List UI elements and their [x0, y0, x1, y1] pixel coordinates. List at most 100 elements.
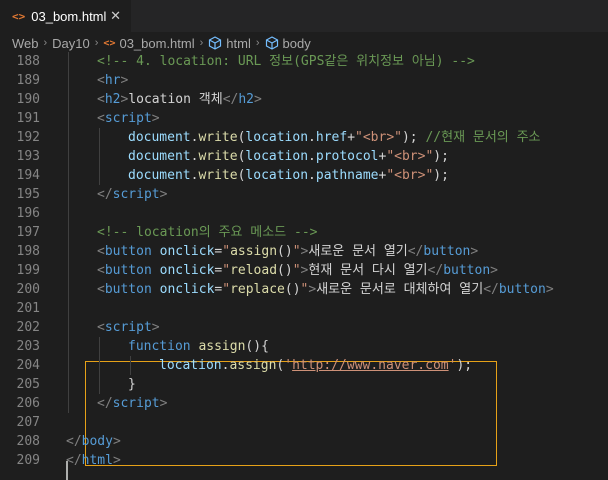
code-token: .: [308, 168, 316, 183]
code-token: html: [81, 453, 113, 468]
code-token: >: [159, 396, 168, 411]
code-token: button: [104, 282, 152, 297]
code-token: >: [151, 320, 160, 335]
breadcrumb-item-html[interactable]: html: [226, 36, 251, 51]
code-token: write: [198, 149, 238, 164]
line-number: 205: [16, 377, 40, 392]
code-token: </: [66, 453, 82, 468]
breadcrumb-item-file[interactable]: 03_bom.html: [119, 36, 194, 51]
code-token: function: [128, 339, 191, 354]
code-token: pathname: [315, 168, 379, 183]
code-token: ": [222, 282, 231, 297]
breadcrumb-item-web[interactable]: Web: [12, 36, 39, 51]
code-text: <!-- location의 주요 메소드 -->: [97, 223, 317, 242]
code-line: 206 </script>: [0, 394, 608, 413]
code-line: 192 document.write(location.href+"<br>");…: [0, 128, 608, 147]
code-token: assign: [229, 358, 277, 373]
code-text: <script>: [97, 109, 160, 128]
code-token: document: [128, 149, 191, 164]
breadcrumb-item-body[interactable]: body: [283, 36, 311, 51]
code-token: >: [112, 434, 121, 449]
code-token: (): [284, 282, 301, 297]
code-token: script: [112, 396, 160, 411]
line-number: 202: [16, 320, 40, 335]
code-line: 197 <!-- location의 주요 메소드 -->: [0, 223, 608, 242]
code-token: document: [128, 130, 191, 145]
code-text: location.assign('http://www.naver.com');: [159, 356, 472, 375]
code-text: document.write(location.protocol+"<br>")…: [128, 147, 449, 166]
code-token: );: [433, 149, 449, 164]
code-token: <: [97, 263, 105, 278]
code-token: (){: [245, 339, 269, 354]
code-token: <!-- 4. location: URL 정보(GPS같은 위치정보 아님) …: [97, 54, 475, 69]
code-token: >: [112, 453, 121, 468]
line-number: 194: [16, 168, 40, 183]
line-number: 198: [16, 244, 40, 259]
code-token: );: [433, 168, 449, 183]
code-token: <: [97, 320, 105, 335]
code-token: onclick: [159, 263, 215, 278]
code-token: 현재 문서 다시 열기: [308, 263, 428, 278]
code-token: "<br>": [386, 168, 434, 183]
code-token: ": [292, 244, 301, 259]
code-token: >: [470, 244, 479, 259]
code-text: }: [128, 375, 136, 394]
code-token: location: [245, 149, 309, 164]
code-token: (): [277, 263, 293, 278]
code-token: hr: [104, 73, 121, 88]
breadcrumb: Web › Day10 › <> 03_bom.html › html › bo…: [0, 32, 608, 54]
code-token: ': [284, 358, 293, 373]
code-text: <!-- 4. location: URL 정보(GPS같은 위치정보 아님) …: [97, 52, 475, 71]
code-token: >: [490, 263, 498, 278]
code-line: 188 <!-- 4. location: URL 정보(GPS같은 위치정보 아…: [0, 52, 608, 71]
editor-tab[interactable]: <> 03_bom.html ✕: [0, 0, 131, 32]
code-token: "<br>": [386, 149, 434, 164]
code-line: 202 <script>: [0, 318, 608, 337]
line-number: 203: [16, 339, 40, 354]
code-token: (): [277, 244, 293, 259]
code-text: </body>: [66, 432, 121, 451]
code-text: <h2>location 객체</h2>: [97, 90, 262, 109]
code-token: button: [443, 263, 491, 278]
code-token: .: [308, 149, 316, 164]
line-number: 193: [16, 149, 40, 164]
code-token: <: [97, 282, 105, 297]
line-number: 196: [16, 206, 40, 221]
code-token: onclick: [159, 244, 215, 259]
line-number: 189: [16, 73, 40, 88]
line-number: 195: [16, 187, 40, 202]
code-text: </script>: [97, 185, 167, 204]
line-number: 201: [16, 301, 40, 316]
code-token: http://www.naver.com: [292, 358, 449, 373]
code-token: "<br>": [355, 130, 402, 145]
line-number: 192: [16, 130, 40, 145]
code-token: </: [222, 92, 239, 107]
code-line: 207: [0, 413, 608, 432]
code-text: <hr>: [97, 71, 128, 90]
code-token: h2: [104, 92, 121, 107]
chevron-right-icon: ›: [255, 37, 260, 49]
code-token: </: [483, 282, 499, 297]
code-token: >: [120, 73, 129, 88]
code-token: );: [456, 358, 473, 373]
code-token: >: [308, 282, 317, 297]
line-number: 204: [16, 358, 40, 373]
code-token: <!-- location의 주요 메소드 -->: [97, 225, 318, 240]
chevron-right-icon: ›: [43, 37, 48, 49]
code-editor[interactable]: 188 <!-- 4. location: URL 정보(GPS같은 위치정보 아…: [0, 52, 608, 480]
code-token: </: [407, 244, 424, 259]
code-text: <script>: [97, 318, 160, 337]
code-line: 191 <script>: [0, 109, 608, 128]
code-token: ": [222, 244, 231, 259]
close-icon[interactable]: ✕: [110, 8, 121, 24]
code-token: body: [81, 434, 113, 449]
line-number: 209: [16, 453, 40, 468]
code-token: >: [545, 282, 554, 297]
breadcrumb-item-day10[interactable]: Day10: [52, 36, 90, 51]
code-token: location: [159, 358, 222, 373]
code-line: 199 <button onclick="reload()">현재 문서 다시 열…: [0, 261, 608, 280]
code-token: assign: [198, 339, 246, 354]
code-token: >: [159, 187, 168, 202]
line-number: 208: [16, 434, 40, 449]
